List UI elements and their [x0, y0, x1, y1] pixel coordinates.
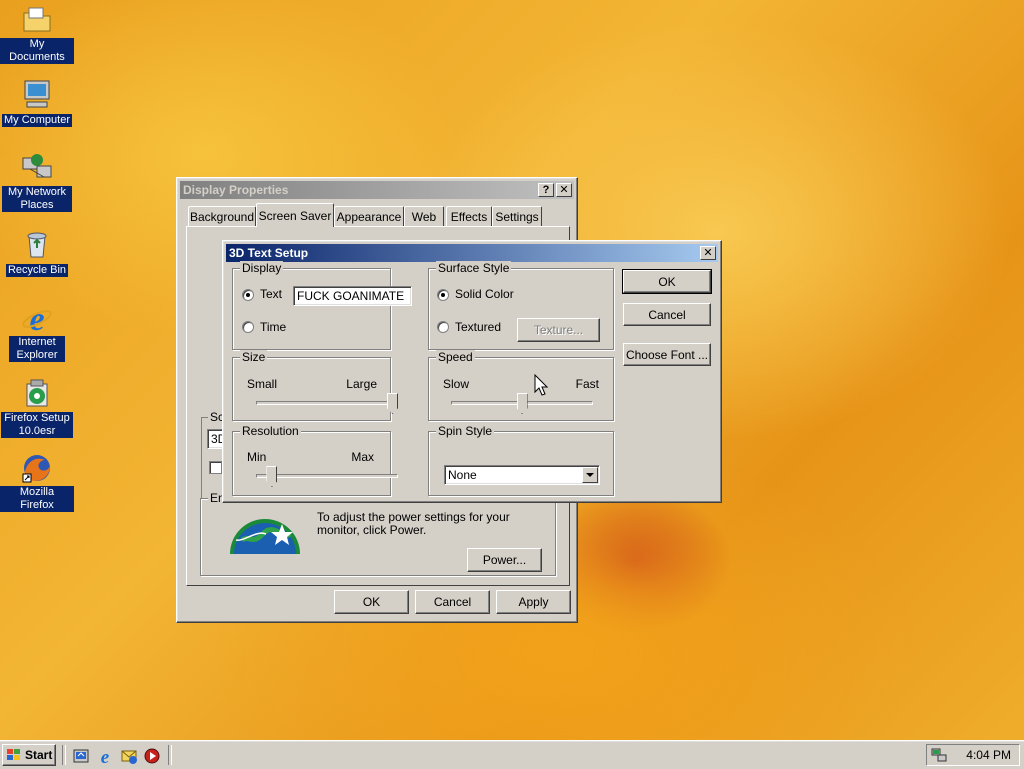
solid-color-label[interactable]: Solid Color — [455, 287, 514, 301]
taskbar-separator — [168, 745, 172, 765]
resolution-max-label: Max — [351, 450, 374, 464]
text-radio-label[interactable]: Text — [260, 287, 282, 301]
internet-explorer-icon[interactable]: e — [96, 747, 114, 768]
firefox-icon — [21, 452, 53, 484]
clock[interactable]: 4:04 PM — [966, 748, 1011, 762]
start-button[interactable]: Start — [2, 744, 56, 766]
setup-ok-button[interactable]: OK — [622, 269, 712, 294]
text-input[interactable]: FUCK GOANIMATE — [293, 286, 412, 306]
help-button[interactable]: ? — [538, 183, 554, 197]
windows-logo-icon — [6, 748, 22, 762]
desktop-icon-recycle-bin[interactable]: Recycle Bin — [0, 228, 74, 277]
desktop-icon-label: My Documents — [0, 38, 74, 64]
size-slider-track — [256, 401, 398, 405]
desktop-icon-label: Recycle Bin — [5, 264, 69, 277]
size-max-label: Large — [346, 377, 377, 391]
spin-style-value: None — [448, 468, 477, 482]
network-tray-icon[interactable] — [931, 747, 947, 763]
desktop-icon-firefox-setup[interactable]: Firefox Setup 10.0esr — [0, 378, 74, 438]
resolution-min-label: Min — [247, 450, 267, 464]
tab-appearance[interactable]: Appearance — [334, 206, 404, 226]
desktop-icon-label: Internet Explorer — [9, 336, 65, 362]
speed-group-label: Speed — [436, 350, 475, 364]
close-button[interactable]: ✕ — [700, 246, 716, 260]
chevron-down-icon — [586, 473, 594, 477]
resolution-group: Resolution Min Max — [232, 424, 398, 496]
spin-style-select[interactable]: None — [444, 465, 600, 485]
text-setup-titlebar[interactable]: 3D Text Setup ✕ — [226, 244, 718, 262]
computer-icon — [21, 78, 53, 110]
outlook-icon[interactable] — [120, 747, 138, 765]
network-icon — [21, 152, 53, 184]
tab-web[interactable]: Web — [404, 206, 444, 226]
time-radio-label[interactable]: Time — [260, 320, 286, 334]
system-tray: 4:04 PM — [926, 744, 1020, 766]
spin-style-group: Spin Style None — [428, 424, 614, 496]
desktop-icon-network-places[interactable]: My Network Places — [0, 152, 74, 212]
speed-group: Speed Slow Fast — [428, 350, 614, 421]
tab-effects[interactable]: Effects — [446, 206, 492, 226]
speed-min-label: Slow — [443, 377, 470, 391]
show-desktop-icon[interactable] — [72, 747, 90, 765]
password-checkbox[interactable] — [209, 461, 222, 474]
tab-screen-saver[interactable]: Screen Saver — [256, 203, 334, 227]
energy-description: To adjust the power settings for your mo… — [317, 510, 510, 537]
textured-radio[interactable] — [437, 321, 449, 333]
texture-button[interactable]: Texture... — [517, 318, 600, 342]
recycle-bin-icon — [21, 228, 53, 260]
text-radio[interactable] — [242, 289, 254, 301]
surface-style-group-label: Surface Style — [436, 261, 512, 275]
display-group: Display Text FUCK GOANIMATE Time — [232, 261, 412, 350]
window-title: Display Properties — [183, 183, 289, 197]
spin-style-group-label: Spin Style — [436, 424, 495, 438]
apply-button[interactable]: Apply — [496, 590, 571, 614]
speed-max-label: Fast — [575, 377, 599, 391]
size-min-label: Small — [247, 377, 278, 391]
tab-background[interactable]: Background — [188, 206, 256, 226]
close-button[interactable]: ✕ — [556, 183, 572, 197]
mouse-cursor-icon — [534, 373, 549, 399]
textured-label[interactable]: Textured — [455, 320, 501, 334]
folder-documents-icon — [21, 4, 53, 36]
media-player-icon[interactable] — [143, 747, 161, 765]
power-button[interactable]: Power... — [467, 548, 542, 572]
size-slider-thumb[interactable] — [387, 393, 398, 414]
desktop-icon-my-computer[interactable]: My Computer — [0, 78, 74, 127]
desktop-icon-internet-explorer[interactable]: e Internet Explorer — [0, 301, 74, 362]
cancel-button[interactable]: Cancel — [415, 590, 490, 614]
desktop-icon-label: Mozilla Firefox — [0, 486, 74, 512]
start-label: Start — [25, 748, 53, 762]
svg-text:e: e — [101, 747, 110, 765]
display-properties-titlebar[interactable]: Display Properties ? ✕ — [180, 181, 574, 199]
resolution-group-label: Resolution — [240, 424, 301, 438]
internet-explorer-icon: e — [21, 301, 53, 338]
ok-button[interactable]: OK — [334, 590, 409, 614]
taskbar: Start e 4:04 PM — [0, 740, 1024, 769]
energy-star-logo-icon — [228, 510, 302, 554]
resolution-slider-thumb[interactable] — [266, 466, 278, 487]
tab-settings[interactable]: Settings — [492, 206, 542, 226]
display-group-label: Display — [240, 261, 284, 275]
taskbar-separator — [62, 745, 66, 765]
desktop-icon-mozilla-firefox[interactable]: Mozilla Firefox — [0, 452, 74, 512]
svg-text:e: e — [29, 302, 44, 334]
text-setup-dialog: 3D Text Setup ✕ Display Text FUCK GOANIM… — [222, 240, 722, 503]
setup-cancel-button[interactable]: Cancel — [623, 303, 711, 326]
window-title: 3D Text Setup — [229, 246, 309, 260]
speed-slider-thumb[interactable] — [516, 393, 528, 414]
size-group-label: Size — [240, 350, 268, 364]
installer-icon — [21, 378, 53, 410]
time-radio[interactable] — [242, 321, 254, 333]
solid-color-radio[interactable] — [437, 289, 449, 301]
size-group: Size Small Large — [232, 350, 398, 421]
choose-font-button[interactable]: Choose Font ... — [623, 343, 711, 366]
desktop-icon-label: My Computer — [1, 114, 73, 127]
dropdown-arrow-button[interactable] — [582, 467, 598, 483]
desktop-icon-label: My Network Places — [2, 186, 72, 212]
desktop-icon-label: Firefox Setup 10.0esr — [1, 412, 73, 438]
desktop-icon-my-documents[interactable]: My Documents — [0, 4, 74, 64]
